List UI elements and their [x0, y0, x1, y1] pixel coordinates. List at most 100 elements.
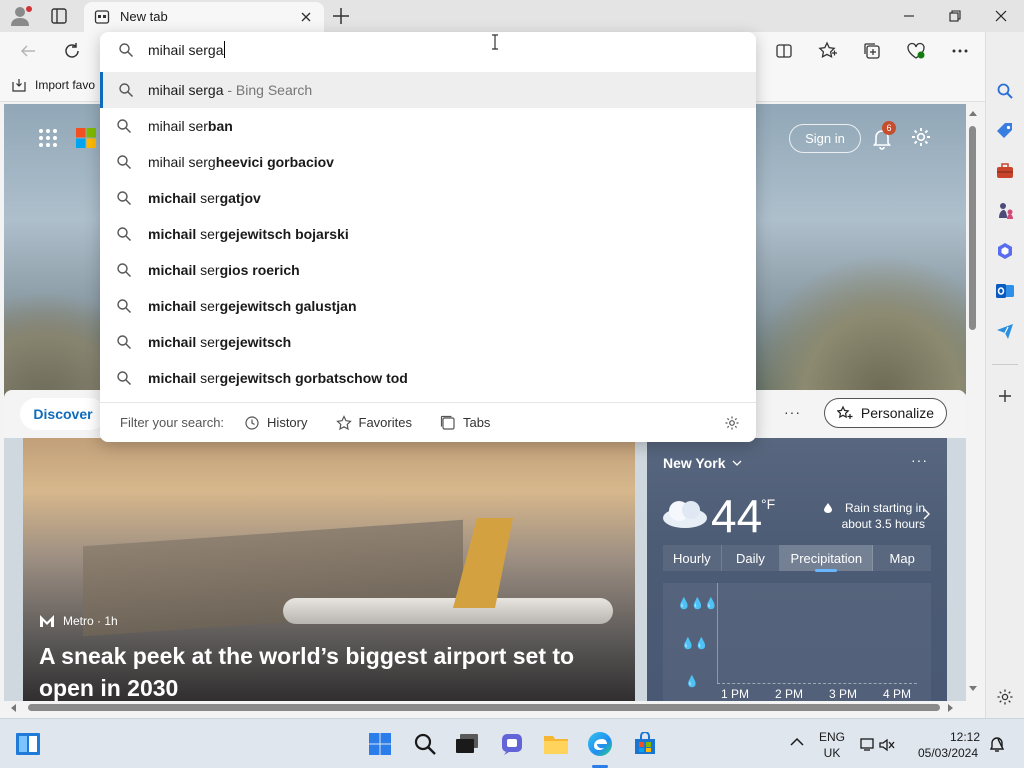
- settings-more-icon[interactable]: [948, 39, 972, 63]
- horizontal-scrollbar[interactable]: [4, 701, 966, 715]
- search-icon: [100, 190, 148, 206]
- taskbar-search-icon[interactable]: [412, 731, 438, 757]
- personalize-button[interactable]: Personalize: [824, 398, 947, 428]
- news-headline[interactable]: A sneak peek at the world’s biggest airp…: [39, 640, 609, 704]
- sign-in-button[interactable]: Sign in: [789, 124, 861, 153]
- vertical-scroll-thumb[interactable]: [969, 126, 976, 330]
- tab-actions-icon[interactable]: [50, 7, 70, 25]
- widgets-icon[interactable]: [15, 731, 41, 757]
- volume-muted-icon[interactable]: [878, 737, 896, 753]
- microsoft365-icon[interactable]: [993, 239, 1017, 263]
- weather-card[interactable]: New York ··· 44 °F Rain starting in abou…: [647, 438, 947, 704]
- suggestion-item[interactable]: michail sergejewitsch gorbatschow tod: [100, 360, 756, 396]
- tab-new-tab[interactable]: New tab: [84, 2, 324, 32]
- cloud-icon: [661, 496, 709, 530]
- suggestion-item[interactable]: mihail serban: [100, 108, 756, 144]
- feed-more-button[interactable]: ···: [784, 404, 801, 420]
- heavy-rain-icon: 💧💧💧: [677, 598, 719, 610]
- close-window-icon[interactable]: [978, 0, 1024, 32]
- restore-icon[interactable]: [932, 0, 978, 32]
- tools-briefcase-icon[interactable]: [993, 159, 1017, 183]
- suggestion-item[interactable]: michail sergejewitsch bojarski: [100, 216, 756, 252]
- weather-tab-hourly[interactable]: Hourly: [663, 545, 722, 571]
- filter-favorites-button[interactable]: Favorites: [335, 414, 412, 431]
- scroll-up-icon: [969, 111, 977, 116]
- filter-your-search-row: Filter your search: History Favorites Ta…: [100, 402, 756, 442]
- weather-location-selector[interactable]: New York: [663, 455, 742, 471]
- minimize-icon[interactable]: [886, 0, 932, 32]
- filter-history-button[interactable]: History: [244, 415, 308, 431]
- suggestion-item[interactable]: mihail sergheevici gorbaciov: [100, 144, 756, 180]
- text-caret: [224, 41, 226, 58]
- taskbar: ENG UK 12:12 05/03/2024: [0, 718, 1024, 768]
- close-tab-icon[interactable]: [297, 8, 315, 26]
- raindrop-icon: [824, 503, 832, 513]
- suggestion-item[interactable]: michail sergios roerich: [100, 252, 756, 288]
- file-explorer-icon[interactable]: [543, 731, 569, 757]
- drop-send-icon[interactable]: [993, 319, 1017, 343]
- suggestion-text: michail sergejewitsch bojarski: [148, 226, 349, 242]
- news-image-plane: [283, 598, 613, 624]
- address-input[interactable]: mihail serga: [148, 41, 226, 58]
- address-bar[interactable]: mihail serga: [100, 32, 756, 68]
- weather-tab-precipitation[interactable]: Precipitation: [780, 545, 874, 572]
- microsoft-logo-icon: [76, 128, 96, 148]
- suggestion-item[interactable]: michail sergejewitsch galustjan: [100, 288, 756, 324]
- microsoft-store-icon[interactable]: [632, 731, 658, 757]
- suggestion-item[interactable]: michail sergejewitsch: [100, 324, 756, 360]
- import-favorites-link[interactable]: Import favo: [12, 78, 95, 92]
- suggestion-item[interactable]: mihail serga - Bing Search: [100, 72, 756, 108]
- sidebar-divider: [992, 364, 1018, 365]
- scroll-down-icon: [969, 686, 977, 691]
- light-rain-icon: 💧: [685, 676, 699, 688]
- sidebar-settings-gear-icon[interactable]: [993, 685, 1017, 709]
- tab-title: New tab: [120, 9, 168, 24]
- address-bar-dropdown: mihail serga mihail serga - Bing Search m…: [100, 32, 756, 442]
- suggestion-item[interactable]: michail sergatjov: [100, 180, 756, 216]
- browser-essentials-icon[interactable]: [904, 39, 928, 63]
- outlook-icon[interactable]: [993, 279, 1017, 303]
- back-arrow-icon[interactable]: [16, 39, 40, 63]
- chevron-right-icon[interactable]: [923, 508, 931, 520]
- filter-tabs-button[interactable]: Tabs: [440, 415, 490, 431]
- app-launcher-icon[interactable]: [38, 128, 58, 148]
- weather-unit: °F: [761, 496, 776, 512]
- split-screen-icon[interactable]: [772, 39, 796, 63]
- notification-badge: 6: [882, 121, 896, 135]
- task-view-icon[interactable]: [454, 731, 480, 757]
- clock[interactable]: 12:12 05/03/2024: [912, 729, 984, 761]
- language-indicator[interactable]: ENG UK: [816, 729, 848, 761]
- search-icon[interactable]: [993, 79, 1017, 103]
- shopping-tag-icon[interactable]: [993, 119, 1017, 143]
- weather-tab-daily[interactable]: Daily: [722, 545, 781, 571]
- search-icon: [100, 262, 148, 278]
- news-card[interactable]: Metro · 1h A sneak peek at the world’s b…: [23, 438, 635, 704]
- refresh-icon[interactable]: [60, 39, 84, 63]
- personalize-sparkle-icon: [836, 405, 853, 419]
- collections-icon[interactable]: [860, 39, 884, 63]
- weather-more-button[interactable]: ···: [911, 452, 928, 468]
- network-icon[interactable]: [860, 736, 878, 752]
- scroll-right-icon: [948, 704, 953, 712]
- tab-discover[interactable]: Discover: [20, 398, 106, 430]
- weather-tab-map[interactable]: Map: [873, 545, 931, 571]
- games-chess-icon[interactable]: [993, 199, 1017, 223]
- start-windows-icon[interactable]: [367, 731, 393, 757]
- edge-browser-icon[interactable]: [587, 731, 613, 757]
- sidebar: [985, 32, 1024, 718]
- favorites-star-icon[interactable]: [816, 39, 840, 63]
- new-tab-icon[interactable]: [330, 5, 352, 27]
- vertical-scrollbar[interactable]: [966, 104, 980, 704]
- search-icon: [100, 298, 148, 314]
- add-sidebar-app-icon[interactable]: [993, 384, 1017, 408]
- show-hidden-icons-chevron-icon[interactable]: [790, 737, 804, 747]
- chevron-down-icon: [732, 460, 741, 466]
- page-settings-gear-icon[interactable]: [910, 126, 934, 150]
- teams-chat-icon[interactable]: [499, 731, 525, 757]
- profile-icon[interactable]: [10, 5, 34, 27]
- horizontal-scroll-thumb[interactable]: [28, 704, 940, 711]
- notification-center-icon[interactable]: [988, 735, 1006, 753]
- weather-rain-forecast[interactable]: Rain starting in about 3.5 hours: [825, 500, 925, 532]
- filter-history-label: History: [267, 415, 308, 430]
- weather-rain-line1: Rain starting in: [844, 501, 925, 515]
